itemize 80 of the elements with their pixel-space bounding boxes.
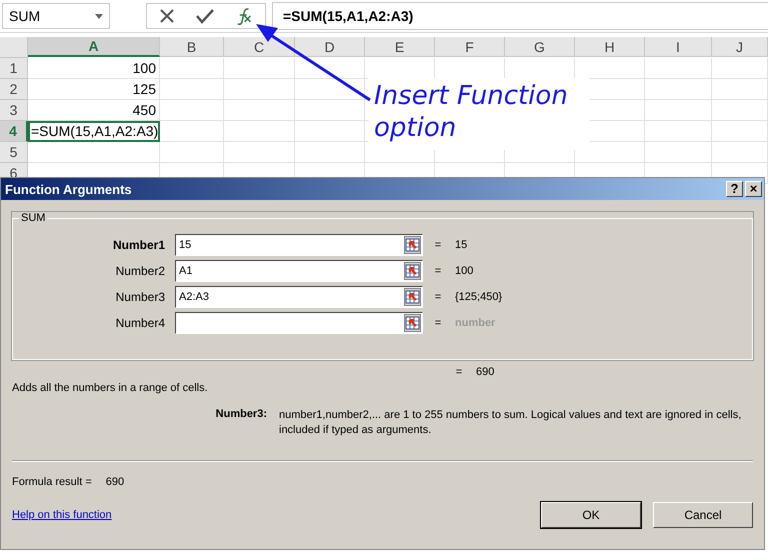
table-cell — [160, 79, 224, 100]
argument-help-label: Number3: — [216, 408, 267, 422]
help-button[interactable]: ? — [726, 181, 743, 197]
table-cell — [712, 58, 768, 79]
argument-result: 100 — [454, 265, 474, 277]
formula-field[interactable]: =SUM(15,A1,A2:A3) — [272, 2, 768, 30]
argument-help-text: number1,number2,... are 1 to 255 numbers to sum. Logical values and text are ignored in cells, included if typed as arguments. — [279, 408, 742, 438]
group-label: SUM — [20, 212, 46, 224]
equals-sign: = — [434, 317, 442, 329]
function-result: 690 — [475, 366, 496, 378]
row-header[interactable]: 4 — [0, 121, 28, 142]
table-cell — [712, 79, 768, 100]
table-cell — [224, 100, 295, 121]
close-button[interactable]: × — [745, 181, 762, 197]
help-link[interactable]: Help on this function — [12, 509, 112, 521]
range-select-icon[interactable] — [404, 262, 421, 280]
name-box[interactable]: SUM — [2, 3, 110, 29]
argument-field[interactable] — [175, 312, 423, 334]
column-header[interactable]: J — [712, 37, 768, 57]
argument-result: number — [454, 317, 496, 329]
table-cell: 125 — [28, 79, 160, 100]
table-cell: 100 — [28, 58, 160, 79]
table-cell — [645, 121, 712, 142]
table-cell — [295, 58, 365, 79]
table-cell — [645, 79, 712, 100]
row-header[interactable]: 5 — [0, 142, 28, 163]
table-cell: =SUM(15,A1,A2:A3) — [28, 121, 160, 142]
argument-field[interactable]: A2:A3 — [175, 286, 423, 308]
argument-label: Number4 — [116, 316, 165, 330]
column-header[interactable]: F — [435, 37, 505, 57]
argument-result: 15 — [454, 239, 468, 251]
equals-sign: = — [456, 366, 462, 378]
cancel-icon[interactable] — [159, 8, 174, 24]
table-cell: 450 — [28, 100, 160, 121]
ok-button[interactable]: OK — [541, 502, 641, 528]
table-cell — [160, 100, 224, 121]
argument-field[interactable]: A1 — [175, 260, 423, 282]
equals-sign: = — [434, 265, 442, 277]
argument-field[interactable]: 15 — [175, 234, 423, 256]
column-header[interactable]: G — [505, 37, 575, 57]
row-header[interactable]: 1 — [0, 58, 28, 79]
table-cell — [160, 121, 224, 142]
annotation-text: Insert Function option — [368, 78, 590, 150]
argument-result: {125;450} — [454, 291, 504, 303]
argument-label: Number3 — [116, 290, 165, 304]
table-cell — [712, 100, 768, 121]
table-cell — [224, 79, 295, 100]
equals-sign: = — [434, 239, 442, 251]
table-cell — [295, 121, 365, 142]
equals-sign: = — [434, 291, 442, 303]
column-header[interactable]: A — [28, 37, 160, 57]
cancel-button[interactable]: Cancel — [653, 502, 753, 528]
column-header[interactable]: H — [575, 37, 645, 57]
row-header[interactable]: 3 — [0, 100, 28, 121]
table-cell — [295, 100, 365, 121]
insert-function-icon[interactable] — [236, 7, 254, 25]
table-cell — [160, 58, 224, 79]
column-header[interactable]: C — [224, 37, 295, 57]
dropdown-caret-icon[interactable] — [95, 14, 103, 18]
table-cell — [295, 79, 365, 100]
argument-label: Number2 — [116, 264, 165, 278]
table-cell — [645, 58, 712, 79]
column-header[interactable]: E — [365, 37, 435, 57]
table-cell — [645, 100, 712, 121]
argument-label: Number1 — [112, 238, 165, 252]
range-select-icon[interactable] — [404, 314, 421, 332]
column-header[interactable]: I — [645, 37, 712, 57]
range-select-icon[interactable] — [404, 288, 421, 306]
table-cell — [712, 121, 768, 142]
row-header[interactable]: 2 — [0, 79, 28, 100]
table-cell — [224, 58, 295, 79]
function-description: Adds all the numbers in a range of cells. — [12, 382, 209, 394]
column-header[interactable]: D — [295, 37, 365, 57]
column-header[interactable]: B — [160, 37, 224, 57]
table-cell — [224, 121, 295, 142]
formula-result-label: Formula result = — [12, 476, 92, 488]
formula-result-value: 690 — [106, 476, 124, 488]
dialog-title: Function Arguments — [5, 182, 132, 196]
checkmark-icon[interactable] — [196, 8, 214, 24]
range-select-icon[interactable] — [404, 236, 421, 254]
